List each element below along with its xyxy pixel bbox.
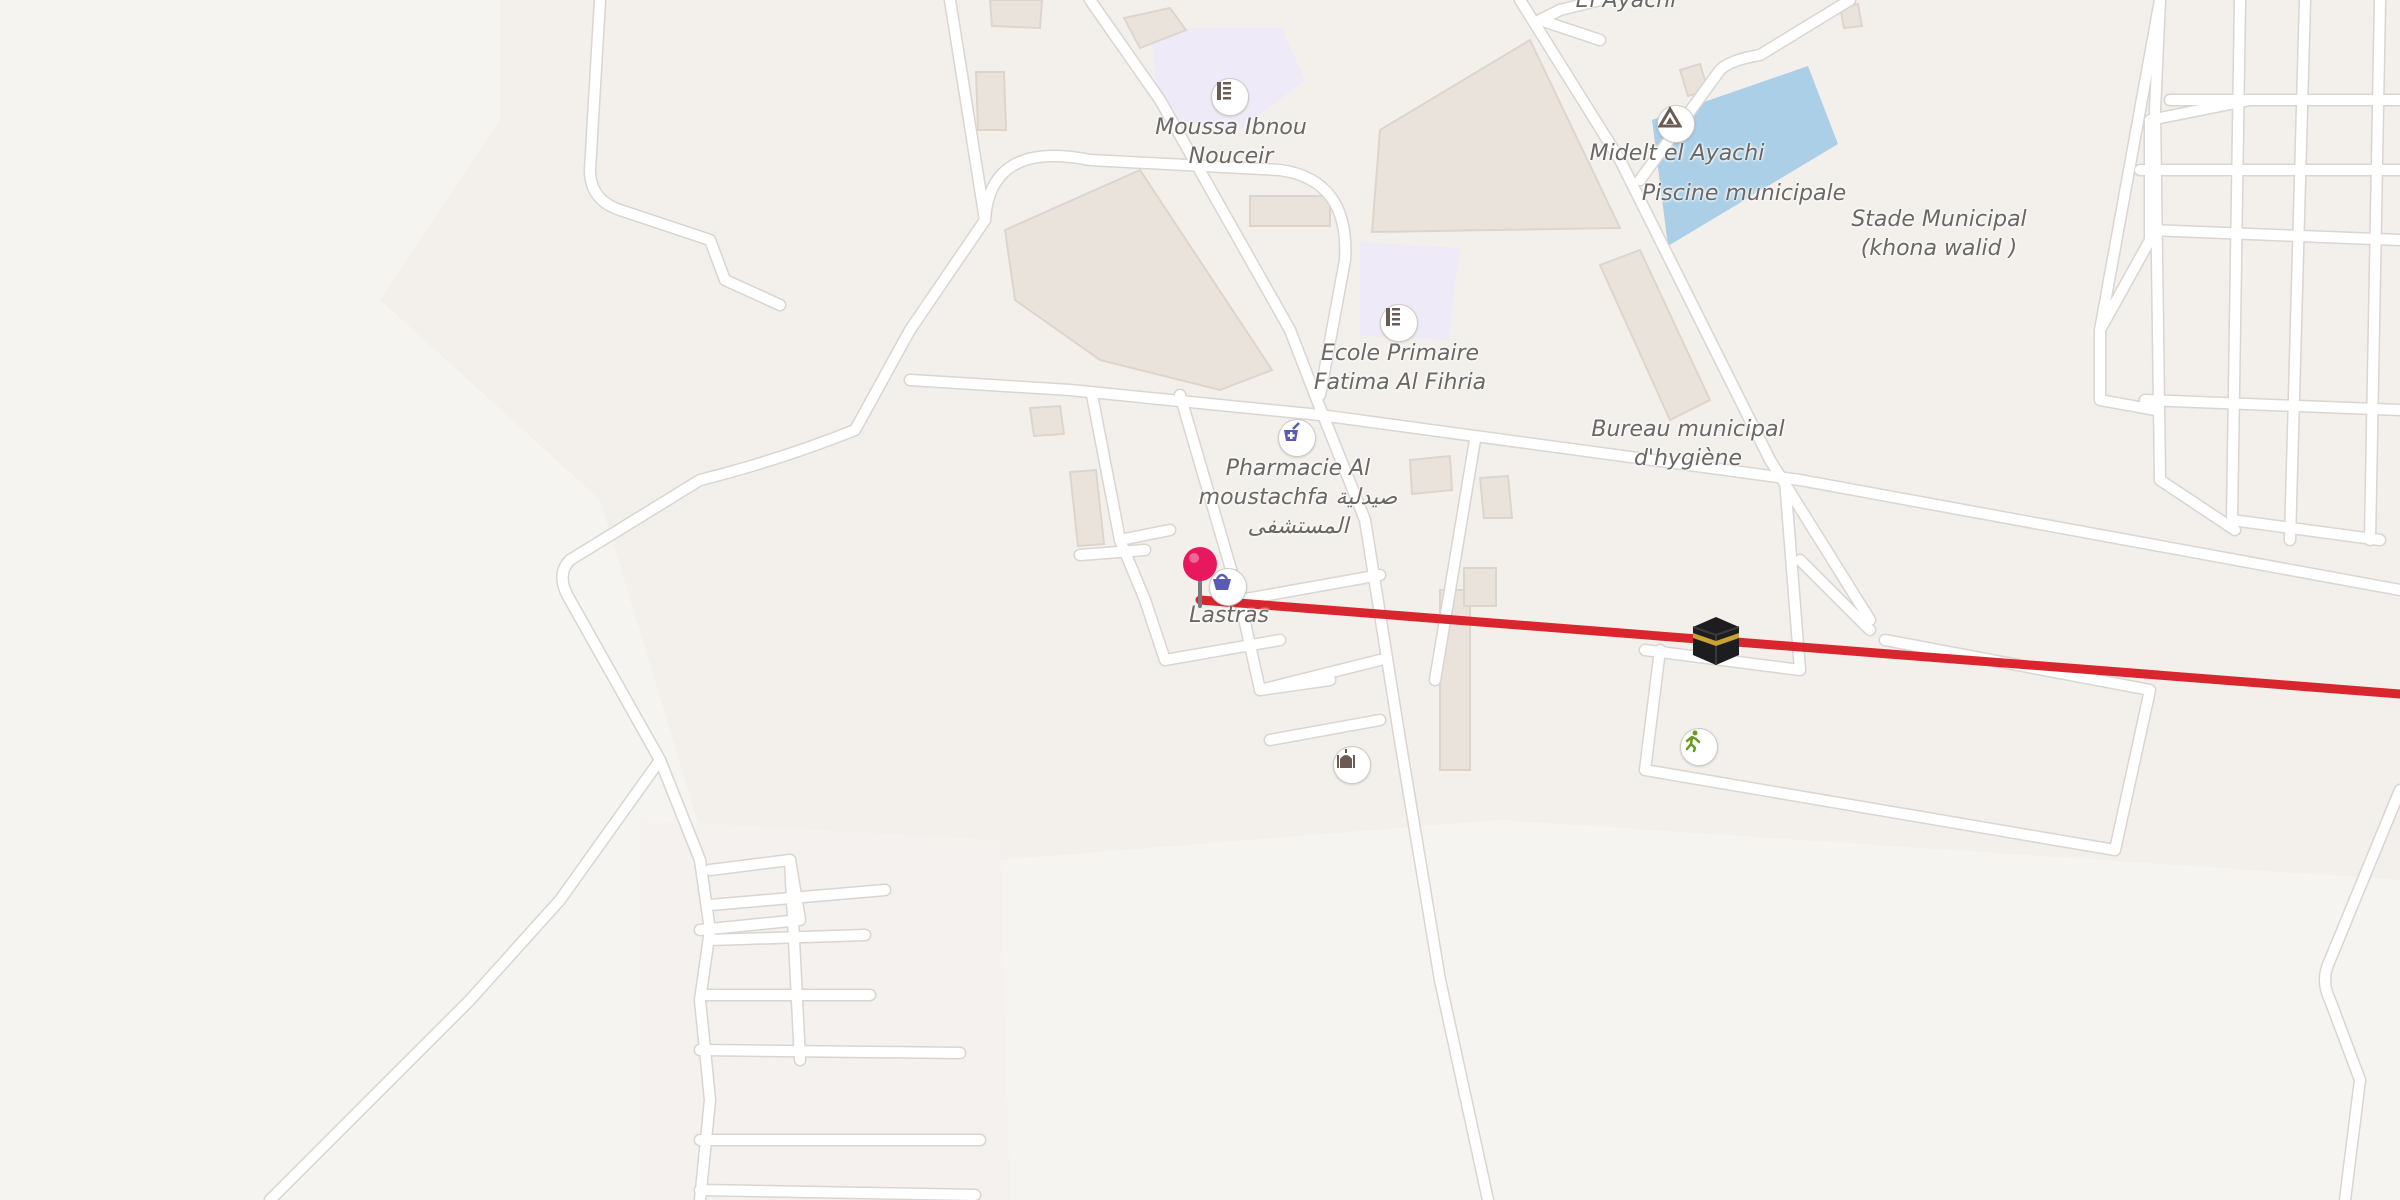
mosque-icon[interactable] (1333, 746, 1371, 784)
label-el-ayachi[interactable]: El Ayachi (1576, 0, 1677, 15)
label-midelt-el-ayachi[interactable]: Midelt el Ayachi (1590, 139, 1765, 168)
school-icon[interactable] (1211, 78, 1249, 116)
map-canvas[interactable]: Moussa Ibnou Nouceir El Ayachi Midelt el… (0, 0, 2400, 1200)
label-bureau-municipal[interactable]: Bureau municipal d'hygiène (1591, 415, 1784, 473)
pharmacy-icon[interactable] (1278, 419, 1316, 457)
school-icon[interactable] (1380, 304, 1418, 342)
running-person-icon[interactable] (1680, 728, 1718, 766)
label-stade-municipal[interactable]: Stade Municipal (khona walid ) (1851, 205, 2026, 263)
label-piscine-municipale[interactable]: Piscine municipale (1642, 179, 1846, 208)
label-moussa-ibnou-nouceir[interactable]: Moussa Ibnou Nouceir (1155, 113, 1307, 171)
label-ecole-primaire[interactable]: Ecole Primaire Fatima Al Fihria (1314, 339, 1486, 397)
location-pin-icon[interactable] (1178, 544, 1222, 610)
label-pharmacie[interactable]: Pharmacie Al moustachfa صيدلية المستشفى (1199, 454, 1398, 541)
monument-icon[interactable] (1657, 105, 1695, 143)
kaaba-icon[interactable] (1687, 611, 1745, 669)
